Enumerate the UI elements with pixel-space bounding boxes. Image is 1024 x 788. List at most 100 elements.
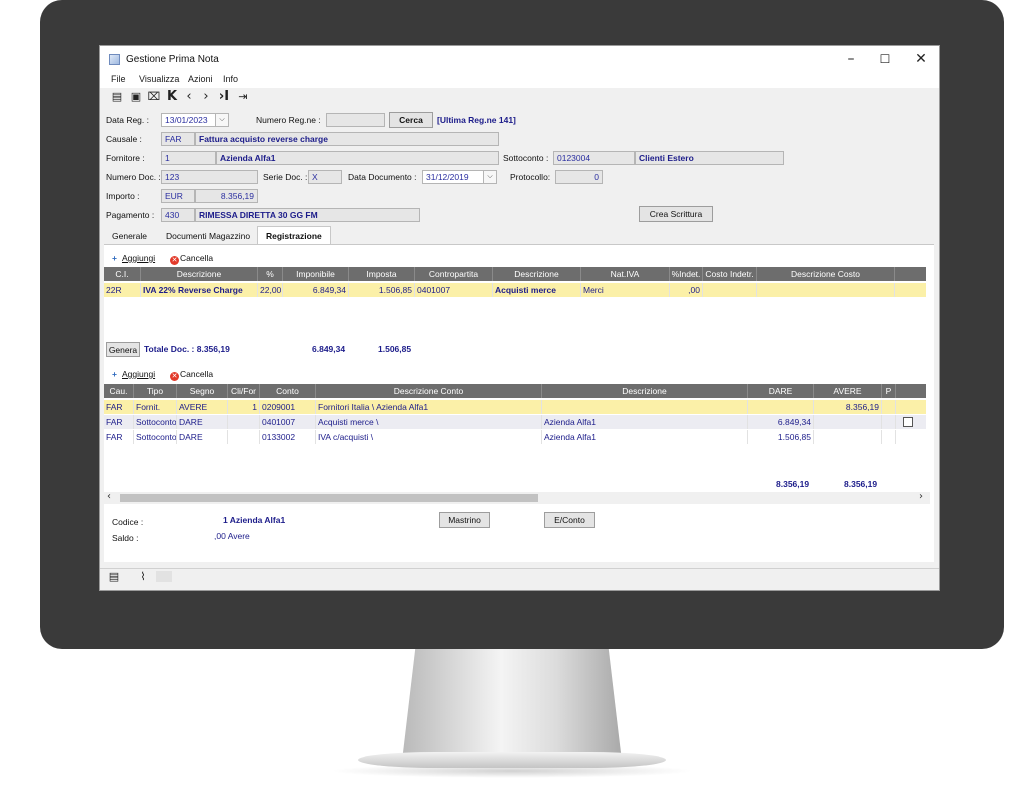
menu-azioni[interactable]: Azioni bbox=[188, 74, 213, 84]
new-doc-icon[interactable]: ▤ bbox=[110, 89, 124, 105]
mov-col-descrizione-conto[interactable]: Descrizione Conto bbox=[316, 384, 542, 398]
iva-col-contropartita[interactable]: Contropartita bbox=[415, 267, 493, 281]
genera-button[interactable]: Genera bbox=[106, 342, 140, 357]
iva-delete-button[interactable]: ✕ Cancella bbox=[170, 253, 213, 265]
numero-regne-field[interactable] bbox=[326, 113, 385, 127]
scroll-right-icon[interactable]: › bbox=[919, 491, 923, 502]
first-icon[interactable]: K bbox=[165, 89, 179, 105]
iva-cell-perc: 22,00 bbox=[260, 283, 283, 297]
iva-delete-label: Cancella bbox=[180, 253, 214, 263]
sottoconto-code-field[interactable]: 0123004 bbox=[553, 151, 635, 165]
table-row[interactable]: FAR Sottoconto DARE 0133002 IVA c/acquis… bbox=[104, 430, 926, 444]
table-row[interactable]: FAR Sottoconto DARE 0401007 Acquisti mer… bbox=[104, 415, 926, 429]
mov-col-descrizione[interactable]: Descrizione bbox=[542, 384, 748, 398]
causale-code-field[interactable]: FAR bbox=[161, 132, 195, 146]
mov-cell-segno: AVERE bbox=[177, 400, 228, 414]
crea-scrittura-button[interactable]: Crea Scrittura bbox=[639, 206, 713, 222]
iva-cell-natiava: Merci bbox=[581, 283, 670, 297]
econto-button[interactable]: E/Conto bbox=[544, 512, 595, 528]
scrollbar-thumb[interactable] bbox=[120, 494, 538, 502]
pagamento-code-field[interactable]: 430 bbox=[161, 208, 195, 222]
mov-col-segno[interactable]: Segno bbox=[177, 384, 228, 398]
delete-circle-icon: ✕ bbox=[170, 256, 179, 265]
numero-doc-field[interactable]: 123 bbox=[161, 170, 258, 184]
save-icon[interactable]: ▣ bbox=[129, 89, 143, 105]
mov-cell-conto: 0401007 bbox=[260, 415, 316, 429]
table-row[interactable]: 22R IVA 22% Reverse Charge 22,00 6.849,3… bbox=[104, 283, 926, 297]
iva-col-ci[interactable]: C.I. bbox=[104, 267, 141, 281]
mov-cell-segno: DARE bbox=[177, 415, 228, 429]
iva-col-imposta[interactable]: Imposta bbox=[349, 267, 415, 281]
maximize-button[interactable]: ☐ bbox=[870, 50, 900, 68]
mov-cell-cau: FAR bbox=[104, 400, 134, 414]
menu-bar: File Visualizza Azioni Info bbox=[100, 72, 939, 88]
mov-cell-clifor bbox=[228, 415, 260, 429]
delete-icon[interactable]: ⌧ bbox=[147, 89, 161, 105]
iva-col-perc[interactable]: % bbox=[258, 267, 283, 281]
mov-col-cau[interactable]: Cau. bbox=[104, 384, 134, 398]
mov-cell-dare bbox=[748, 400, 814, 414]
attachment-icon[interactable]: ⌇ bbox=[136, 569, 150, 585]
table-row[interactable]: FAR Fornit. AVERE 1 0209001 Fornitori It… bbox=[104, 400, 926, 414]
tab-generale[interactable]: Generale bbox=[104, 227, 155, 245]
iva-col-indet[interactable]: %Indet. bbox=[670, 267, 703, 281]
iva-col-costo-indetr[interactable]: Costo Indetr. bbox=[703, 267, 757, 281]
mov-delete-button[interactable]: ✕ Cancella bbox=[170, 369, 213, 381]
mov-col-avere[interactable]: AVERE bbox=[814, 384, 882, 398]
iva-cell-descrizione-costo bbox=[757, 283, 895, 297]
chevron-down-icon[interactable]: ⌵ bbox=[215, 114, 228, 126]
menu-info[interactable]: Info bbox=[223, 74, 238, 84]
iva-grid-header: C.I. Descrizione % Imponibile Imposta Co… bbox=[104, 267, 926, 281]
title-bar: Gestione Prima Nota – ☐ ✕ bbox=[100, 46, 939, 72]
scroll-left-icon[interactable]: ‹ bbox=[107, 491, 111, 502]
mov-col-clifor[interactable]: Cli/For bbox=[228, 384, 260, 398]
exit-icon[interactable]: ⇥ bbox=[236, 89, 250, 105]
horizontal-scrollbar[interactable]: ‹ › bbox=[104, 491, 930, 504]
menu-visualizza[interactable]: Visualizza bbox=[139, 74, 179, 84]
iva-cell-costo-indetr bbox=[703, 283, 757, 297]
mov-cell-segno: DARE bbox=[177, 430, 228, 444]
ultima-reg-info: [Ultima Reg.ne 141] bbox=[437, 115, 516, 125]
iva-cell-descrizione: IVA 22% Reverse Charge bbox=[141, 283, 258, 297]
mov-col-tipo[interactable]: Tipo bbox=[134, 384, 177, 398]
mov-col-dare[interactable]: DARE bbox=[748, 384, 814, 398]
next-icon[interactable]: › bbox=[199, 89, 213, 105]
tab-registrazione[interactable]: Registrazione bbox=[257, 226, 331, 245]
data-documento-field[interactable]: 31/12/2019 ⌵ bbox=[422, 170, 497, 184]
cerca-button[interactable]: Cerca bbox=[389, 112, 433, 128]
iva-col-descrizione-costo[interactable]: Descrizione Costo bbox=[757, 267, 895, 281]
causale-label: Causale : bbox=[106, 134, 142, 144]
importo-label: Importo : bbox=[106, 191, 140, 201]
iva-col-imponibile[interactable]: Imponibile bbox=[283, 267, 349, 281]
sottoconto-desc-field[interactable]: Clienti Estero bbox=[635, 151, 784, 165]
notes-icon[interactable]: ▤ bbox=[107, 569, 121, 585]
mov-col-p[interactable]: P bbox=[882, 384, 896, 398]
mov-cell-conto: 0133002 bbox=[260, 430, 316, 444]
iva-col-natiava[interactable]: Nat.IVA bbox=[581, 267, 670, 281]
iva-cell-indet: ,00 bbox=[670, 283, 703, 297]
protocollo-field[interactable]: 0 bbox=[555, 170, 603, 184]
importo-currency-field[interactable]: EUR bbox=[161, 189, 195, 203]
mov-col-conto[interactable]: Conto bbox=[260, 384, 316, 398]
minimize-button[interactable]: – bbox=[836, 50, 866, 68]
fornitore-name-field[interactable]: Azienda Alfa1 bbox=[216, 151, 499, 165]
data-reg-field[interactable]: 13/01/2023 ⌵ bbox=[161, 113, 229, 127]
tab-documenti-magazzino[interactable]: Documenti Magazzino bbox=[158, 227, 258, 245]
mastrino-button[interactable]: Mastrino bbox=[439, 512, 490, 528]
fornitore-code-field[interactable]: 1 bbox=[161, 151, 216, 165]
last-icon[interactable]: ›I bbox=[217, 89, 231, 105]
menu-file[interactable]: File bbox=[111, 74, 126, 84]
totale-doc: Totale Doc. : 8.356,19 bbox=[144, 344, 230, 354]
mov-add-button[interactable]: + Aggiungi bbox=[112, 369, 155, 379]
chevron-down-icon[interactable]: ⌵ bbox=[483, 171, 496, 183]
iva-col-descrizione-2[interactable]: Descrizione bbox=[493, 267, 581, 281]
iva-add-button[interactable]: + Aggiungi bbox=[112, 253, 155, 263]
prev-icon[interactable]: ‹ bbox=[182, 89, 196, 105]
row-checkbox[interactable] bbox=[903, 417, 913, 427]
iva-col-descrizione[interactable]: Descrizione bbox=[141, 267, 258, 281]
pagamento-desc-field[interactable]: RIMESSA DIRETTA 30 GG FM bbox=[195, 208, 420, 222]
importo-value-field[interactable]: 8.356,19 bbox=[195, 189, 258, 203]
causale-desc-field[interactable]: Fattura acquisto reverse charge bbox=[195, 132, 499, 146]
serie-doc-field[interactable]: X bbox=[308, 170, 342, 184]
close-button[interactable]: ✕ bbox=[906, 50, 936, 68]
